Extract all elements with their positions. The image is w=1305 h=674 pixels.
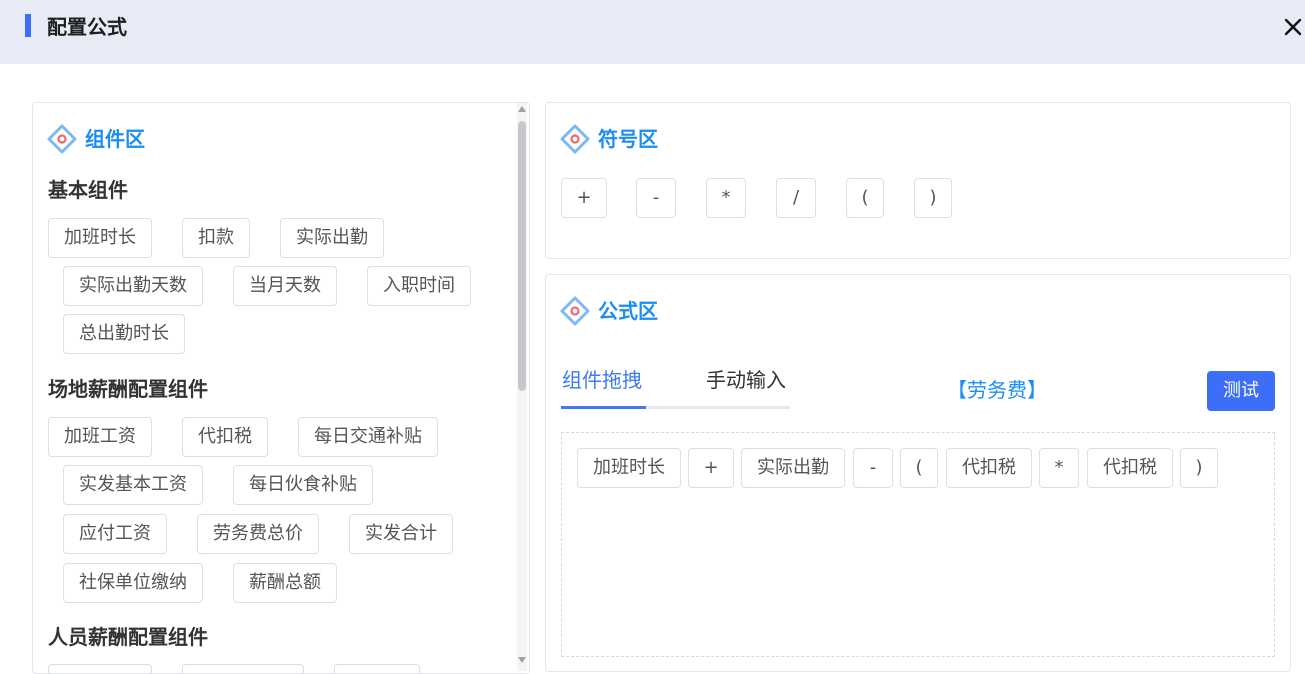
component-chip[interactable]: 加班工资 xyxy=(48,417,152,457)
component-chip[interactable]: 每日伙食补贴 xyxy=(233,465,373,505)
formula-token[interactable]: 加班时长 xyxy=(577,448,681,488)
symbol-divide[interactable]: / xyxy=(776,178,816,218)
formula-token[interactable]: 实际出勤 xyxy=(741,448,845,488)
symbol-minus[interactable]: - xyxy=(636,178,676,218)
scroll-up-icon[interactable] xyxy=(518,106,526,112)
component-chip[interactable]: 薪酬总额 xyxy=(233,563,337,603)
formula-token[interactable]: 代扣税 xyxy=(946,448,1032,488)
close-icon[interactable] xyxy=(1281,15,1305,39)
component-chip[interactable]: 代扣税 xyxy=(182,417,268,457)
formula-drop-area[interactable]: 加班时长 + 实际出勤 - ( 代扣税 * 代扣税 ) xyxy=(561,432,1275,657)
component-chip[interactable]: 总出勤时长 xyxy=(63,314,185,354)
component-chip[interactable]: 实际出勤天数 xyxy=(63,266,203,306)
scroll-down-icon[interactable] xyxy=(518,657,526,663)
component-chip[interactable]: 实发基本工资 xyxy=(63,465,203,505)
tab-drag-components[interactable]: 组件拖拽 xyxy=(562,366,642,394)
diamond-section-icon xyxy=(47,124,77,154)
component-chip-partial[interactable] xyxy=(182,664,304,673)
component-chip-partial[interactable] xyxy=(48,664,152,673)
formula-token[interactable]: * xyxy=(1039,448,1079,488)
title-accent-bar xyxy=(25,14,31,37)
component-chip[interactable]: 实际出勤 xyxy=(280,218,384,258)
components-panel: 组件区 基本组件 加班时长 扣款 实际出勤 实际出勤天数 当月天数 入职时间 总… xyxy=(32,102,530,674)
symbol-multiply[interactable]: * xyxy=(706,178,746,218)
symbol-plus[interactable]: + xyxy=(561,178,607,218)
group-title-basic: 基本组件 xyxy=(48,178,128,202)
formula-token[interactable]: - xyxy=(853,448,893,488)
component-chip[interactable]: 社保单位缴纳 xyxy=(63,563,203,603)
component-chip[interactable]: 每日交通补贴 xyxy=(298,417,438,457)
group-title-staff-salary: 人员薪酬配置组件 xyxy=(48,625,208,649)
component-chip[interactable]: 入职时间 xyxy=(367,266,471,306)
component-chip[interactable]: 加班时长 xyxy=(48,218,152,258)
scrollbar-thumb[interactable] xyxy=(518,121,526,391)
dialog-title: 配置公式 xyxy=(47,15,127,39)
dialog-header: 配置公式 xyxy=(0,0,1305,64)
components-scrollbar[interactable] xyxy=(515,103,529,671)
diamond-section-icon xyxy=(560,124,590,154)
tab-manual-input[interactable]: 手动输入 xyxy=(706,366,786,394)
formula-token[interactable]: + xyxy=(688,448,734,488)
components-panel-title: 组件区 xyxy=(85,127,145,151)
component-chip[interactable]: 劳务费总价 xyxy=(197,514,319,554)
symbol-right-paren[interactable]: ) xyxy=(914,178,952,218)
symbol-left-paren[interactable]: ( xyxy=(846,178,884,218)
formula-panel-title: 公式区 xyxy=(598,299,658,323)
symbols-panel-title: 符号区 xyxy=(598,127,658,151)
symbols-panel: 符号区 + - * / ( ) xyxy=(545,102,1291,259)
diamond-section-icon xyxy=(560,296,590,326)
component-chip[interactable]: 扣款 xyxy=(182,218,250,258)
formula-panel: 公式区 组件拖拽 手动输入 【劳务费】 测试 加班时长 + 实际出勤 - ( 代… xyxy=(545,274,1291,672)
formula-panel-header: 公式区 xyxy=(560,296,658,326)
group-title-venue-salary: 场地薪酬配置组件 xyxy=(48,377,208,401)
formula-token[interactable]: 代扣税 xyxy=(1087,448,1173,488)
tab-active-indicator xyxy=(561,406,646,409)
component-chip[interactable]: 实发合计 xyxy=(349,514,453,554)
components-panel-header: 组件区 xyxy=(47,124,145,154)
component-chip[interactable]: 应付工资 xyxy=(63,514,167,554)
test-button[interactable]: 测试 xyxy=(1207,371,1275,411)
symbols-panel-header: 符号区 xyxy=(560,124,658,154)
component-chip-partial[interactable] xyxy=(334,664,420,673)
formula-token[interactable]: ) xyxy=(1180,448,1218,488)
formula-token[interactable]: ( xyxy=(900,448,938,488)
fee-type-label: 【劳务费】 xyxy=(947,378,1047,402)
component-chip[interactable]: 当月天数 xyxy=(233,266,337,306)
